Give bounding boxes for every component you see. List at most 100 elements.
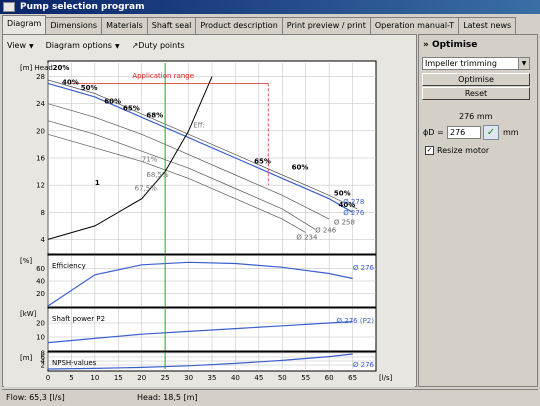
head-y-tick: 12 xyxy=(36,182,45,190)
x-tick-label: 35 xyxy=(208,374,217,382)
double-chevron-icon: » xyxy=(423,40,429,50)
npsh-y-label: [m] xyxy=(20,354,33,362)
head-y-tick: 28 xyxy=(36,73,45,81)
efficiency-y-tick: 40 xyxy=(36,278,45,286)
diameter-label: Ø 276 xyxy=(343,209,365,217)
chevron-down-icon: ▼ xyxy=(28,43,34,50)
diagram-options-menu[interactable]: Diagram options ▼ xyxy=(46,39,120,53)
pump-curve-chart[interactable]: 4 8 12 16 20 24 28[m] Head 1 Application range 20… xyxy=(4,57,415,387)
diameter-readout: 276 mm xyxy=(459,112,493,121)
duty-point-label: Eff: xyxy=(193,121,205,129)
diameter-unit: mm xyxy=(503,128,519,137)
duty-point-label: 68,5% xyxy=(146,171,169,179)
diameter-label: Ø 278 xyxy=(343,198,364,206)
efficiency-contour-label: 50% xyxy=(81,84,98,92)
tab-dimensions[interactable]: Dimensions xyxy=(45,17,103,34)
diagram-toolbar: View ▼ Diagram options ▼ ↗Duty points xyxy=(7,39,185,53)
optimise-panel: » Optimise Impeller trimming ▼ Optimise … xyxy=(418,34,538,387)
optimise-title-label: Optimise xyxy=(431,40,478,50)
duty-points-label: Duty points xyxy=(138,41,185,50)
tab-materials[interactable]: Materials xyxy=(101,17,148,34)
diameter-label: Ø 234 xyxy=(296,233,318,241)
x-tick-label: 10 xyxy=(90,374,99,382)
efficiency-contour-label: 68% xyxy=(146,111,163,119)
power-y-label: [kW] xyxy=(20,310,37,318)
view-menu[interactable]: View ▼ xyxy=(7,39,34,53)
tab-diagram[interactable]: Diagram xyxy=(2,15,47,34)
diameter-label: Ø 246 xyxy=(315,227,337,235)
head-y-tick: 20 xyxy=(36,127,45,135)
apply-checkmark-icon[interactable]: ✓ xyxy=(483,125,499,140)
head-y-tick: 16 xyxy=(36,155,45,163)
tab-product-description[interactable]: Product description xyxy=(195,17,283,34)
efficiency-contour-label: 20% xyxy=(53,64,70,72)
power-y-tick: 20 xyxy=(36,320,45,328)
npsh-title: NPSH-values xyxy=(52,359,97,367)
npsh-curve-label: Ø 276 xyxy=(353,361,375,369)
x-tick-label: 50 xyxy=(278,374,287,382)
efficiency-contour-label: 40% xyxy=(62,79,79,87)
efficiency-contour-label: 60% xyxy=(292,164,309,172)
diagram-panel: View ▼ Diagram options ▼ ↗Duty points 4 8 12… xyxy=(2,34,417,387)
efficiency-y-tick: 20 xyxy=(36,290,45,298)
x-axis-label: [l/s] xyxy=(379,374,393,382)
x-tick-label: 15 xyxy=(114,374,123,382)
tab-operation-manual[interactable]: Operation manual-T xyxy=(369,17,460,34)
chevron-down-icon[interactable]: ▼ xyxy=(518,58,529,69)
tab-latest-news[interactable]: Latest news xyxy=(458,17,517,34)
tab-shaft-seal[interactable]: Shaft seal xyxy=(146,17,197,34)
chevron-down-icon: ▼ xyxy=(114,43,120,50)
optimise-button[interactable]: Optimise xyxy=(422,73,530,86)
x-tick-label: 40 xyxy=(231,374,240,382)
duty-point-label: 67,5% xyxy=(135,185,158,193)
power-y-tick: 10 xyxy=(36,334,45,342)
x-tick-label: 60 xyxy=(325,374,334,382)
app-icon xyxy=(3,2,15,12)
optimise-method-select[interactable]: Impeller trimming ▼ xyxy=(422,57,530,70)
status-head: Head: 18,5 [m] xyxy=(137,393,198,402)
efficiency-contour-label: 50% xyxy=(334,189,351,197)
system-curve-label: 1 xyxy=(95,179,100,187)
x-tick-label: 5 xyxy=(69,374,73,382)
x-tick-label: 45 xyxy=(254,374,263,382)
npsh-y-tick: 8 xyxy=(41,350,45,358)
head-y-tick: 4 xyxy=(41,236,46,244)
head-y-tick: 24 xyxy=(36,100,45,108)
diameter-label: Ø 258 xyxy=(334,219,355,227)
efficiency-title: Efficiency xyxy=(52,262,86,270)
x-tick-label: 0 xyxy=(46,374,50,382)
diameter-input[interactable]: 276 xyxy=(447,126,481,139)
efficiency-y-label: [%] xyxy=(20,257,32,265)
efficiency-contour-label: 65% xyxy=(123,105,140,113)
head-y-tick: 8 xyxy=(41,209,45,217)
efficiency-contour-label: 60% xyxy=(104,98,121,106)
resize-motor-checkbox[interactable]: ✓ xyxy=(425,146,434,155)
x-tick-label: 55 xyxy=(301,374,310,382)
efficiency-contour-label: 65% xyxy=(254,157,271,165)
x-tick-label: 30 xyxy=(184,374,193,382)
application-range-label: Application range xyxy=(132,72,194,80)
optimise-title: » Optimise xyxy=(423,40,477,50)
tab-bar: Diagram Dimensions Materials Shaft seal … xyxy=(2,15,517,34)
head-y-label: [m] Head xyxy=(20,64,53,72)
diameter-label: ϕD = xyxy=(423,128,444,137)
duty-point-label: 71% xyxy=(142,155,158,163)
power-title: Shaft power P2 xyxy=(52,315,105,323)
x-tick-label: 25 xyxy=(161,374,170,382)
tab-print-preview[interactable]: Print preview / print xyxy=(281,17,371,34)
diagram-options-label: Diagram options xyxy=(45,41,112,50)
duty-points-button[interactable]: ↗Duty points xyxy=(132,39,185,53)
x-tick-label: 20 xyxy=(137,374,146,382)
power-curve-label: Ø 276 (P2) xyxy=(337,317,375,325)
efficiency-y-tick: 60 xyxy=(36,265,45,273)
window-titlebar: Pump selection program xyxy=(0,0,540,14)
reset-button[interactable]: Reset xyxy=(422,87,530,100)
optimise-method-value: Impeller trimming xyxy=(425,59,497,68)
resize-motor-label: Resize motor xyxy=(437,146,490,155)
view-menu-label: View xyxy=(7,41,26,50)
window-title: Pump selection program xyxy=(20,2,145,12)
status-flow: Flow: 65,3 [l/s] xyxy=(6,393,65,402)
status-bar: Flow: 65,3 [l/s] Head: 18,5 [m] xyxy=(2,389,538,404)
efficiency-curve-label: Ø 276 xyxy=(353,264,375,272)
x-tick-label: 65 xyxy=(348,374,357,382)
